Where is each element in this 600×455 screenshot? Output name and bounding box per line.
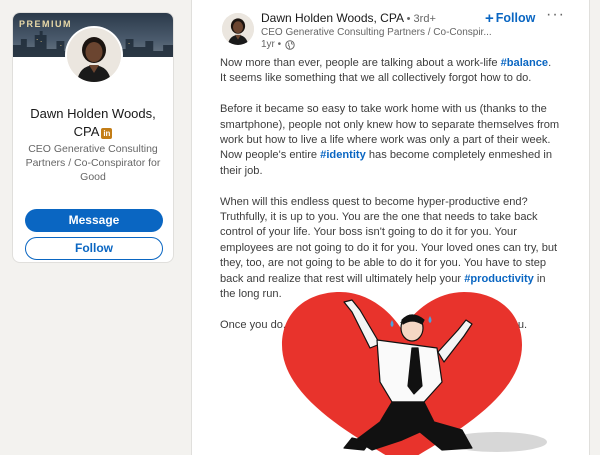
- follow-button-post-label: Follow: [495, 11, 536, 25]
- profile-photo-image: [67, 28, 121, 82]
- hashtag-link[interactable]: #balance: [501, 57, 548, 69]
- globe-icon: [285, 39, 295, 50]
- linkedin-premium-icon: in: [101, 128, 113, 139]
- post-text-segment: When will this endless quest to become h…: [220, 195, 558, 285]
- author-photo-image: [222, 13, 254, 45]
- post-paragraph: Before it became so easy to take work ho…: [220, 102, 560, 179]
- post-author-name[interactable]: Dawn Holden Woods, CPA: [261, 11, 403, 25]
- hashtag-link[interactable]: #productivity: [464, 273, 534, 285]
- profile-name-text[interactable]: Dawn Holden Woods, CPA: [30, 106, 156, 139]
- post-author-headline: CEO Generative Consulting Partners / Co-…: [261, 27, 492, 38]
- post-age: 1yr •: [261, 39, 282, 50]
- profile-card: PREMIUM Dawn Holden Woods, CPA in CEO Gen…: [12, 12, 174, 263]
- hashtag-link[interactable]: #identity: [320, 149, 366, 161]
- message-button[interactable]: Message: [25, 209, 163, 232]
- post-image-heart-illustration[interactable]: [252, 290, 552, 455]
- plus-icon: +: [485, 10, 494, 27]
- follow-button-sidebar[interactable]: Follow: [25, 237, 163, 260]
- follow-button-post[interactable]: + Follow: [485, 10, 535, 27]
- post-meta: 1yr •: [261, 39, 295, 50]
- more-options-icon[interactable]: ···: [546, 6, 565, 24]
- connection-degree: • 3rd+: [406, 13, 436, 25]
- post-author-avatar[interactable]: [222, 13, 254, 45]
- premium-label: PREMIUM: [19, 19, 72, 29]
- feed-post: Dawn Holden Woods, CPA • 3rd+ CEO Genera…: [191, 0, 590, 455]
- post-paragraph: Now more than ever, people are talking a…: [220, 56, 560, 87]
- profile-headline: CEO Generative Consulting Partners / Co-…: [25, 143, 161, 183]
- post-author-line: Dawn Holden Woods, CPA • 3rd+: [261, 11, 436, 25]
- profile-avatar[interactable]: [65, 26, 123, 84]
- profile-name[interactable]: Dawn Holden Woods, CPA in: [19, 105, 167, 141]
- post-paragraph: When will this endless quest to become h…: [220, 195, 560, 303]
- post-text-segment: Now more than ever, people are talking a…: [220, 57, 501, 69]
